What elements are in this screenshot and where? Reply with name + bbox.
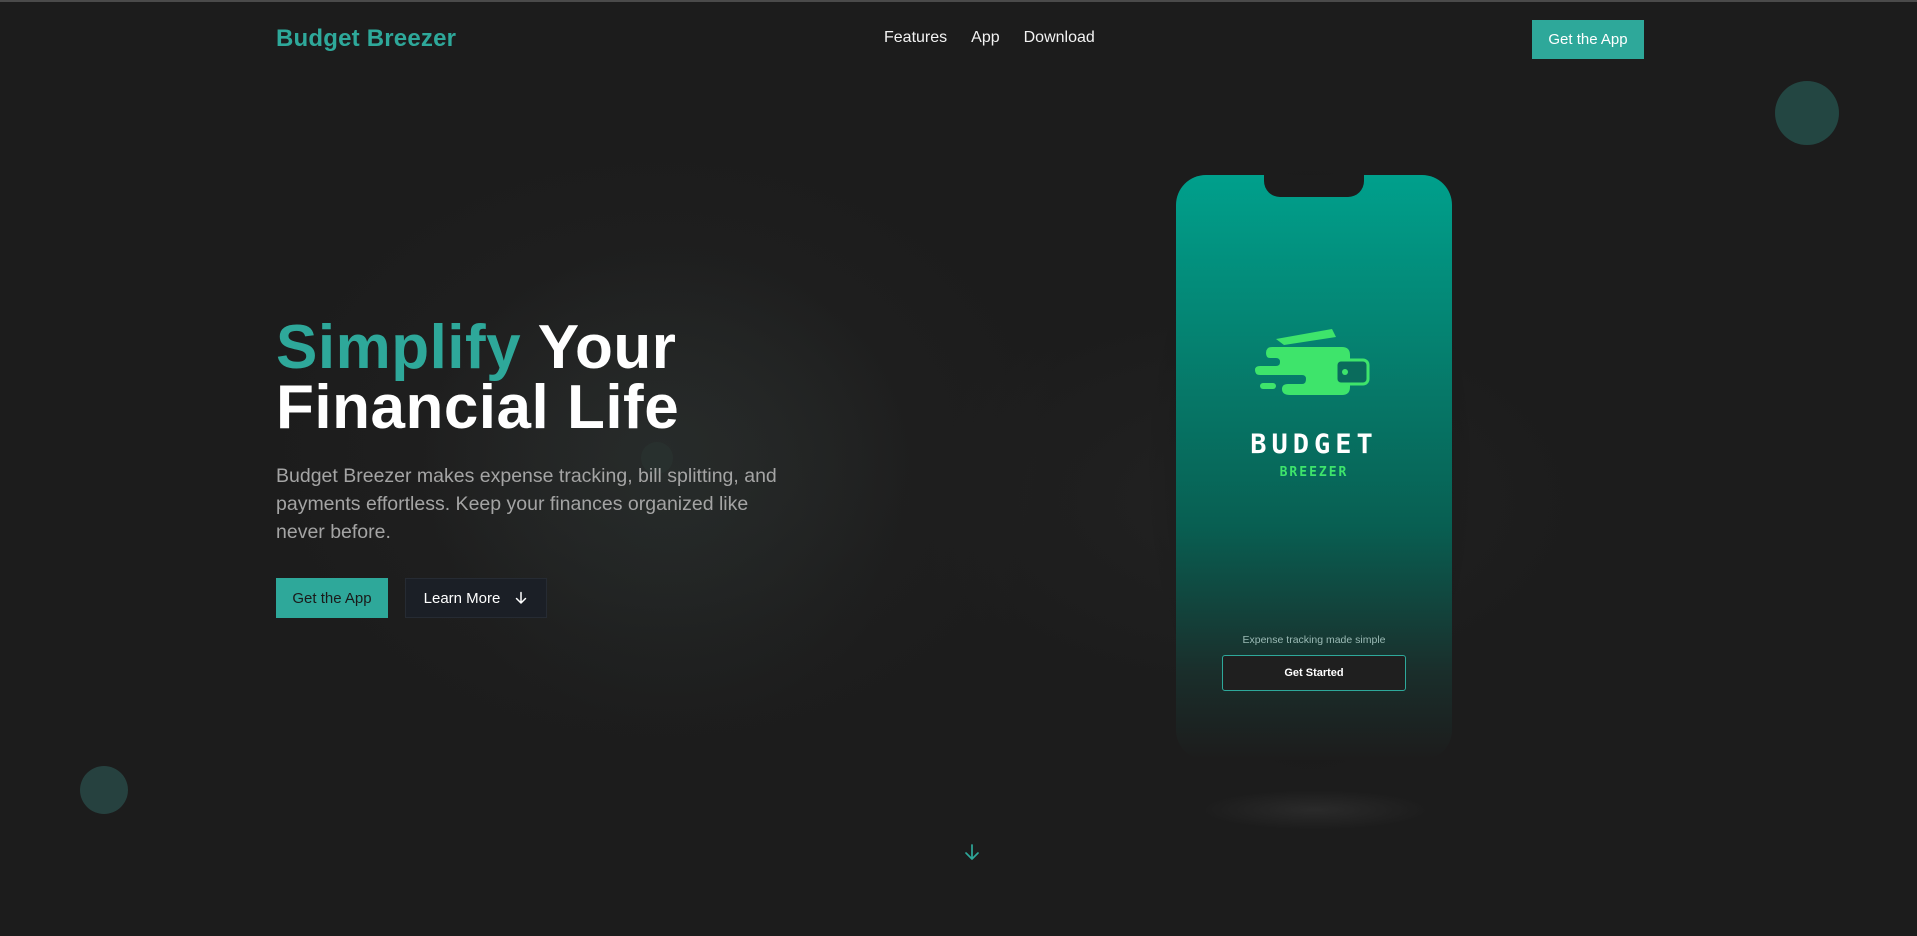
learn-more-label: Learn More	[423, 589, 501, 607]
phone-mockup: BUDGET BREEZER Expense tracking made sim…	[1176, 175, 1452, 760]
nav-link-features[interactable]: Features	[884, 29, 947, 47]
phone-reflection	[1200, 790, 1430, 830]
phone-tagline: Expense tracking made simple	[1242, 634, 1386, 646]
main-nav: Features App Download	[884, 29, 1095, 47]
decorative-circle	[1775, 81, 1839, 145]
hero-subtitle: Budget Breezer makes expense tracking, b…	[276, 465, 777, 543]
arrow-down-icon	[516, 591, 527, 604]
logo-wordmark-sub: BREEZER	[1279, 465, 1349, 480]
hero-title-line1: Your	[521, 313, 677, 382]
get-started-button[interactable]: Get Started	[1222, 655, 1406, 691]
get-app-nav-button[interactable]: Get the App	[1532, 20, 1644, 59]
arrow-down-icon[interactable]	[963, 843, 981, 861]
wallet-icon	[1255, 329, 1370, 395]
phone-notch	[1264, 175, 1364, 197]
top-border	[0, 0, 1917, 2]
get-app-button[interactable]: Get the App	[276, 578, 388, 618]
nav-link-app[interactable]: App	[971, 29, 999, 47]
landing-page: Budget Breezer Features App Download Get…	[0, 0, 1917, 936]
logo-wordmark: BUDGET	[1250, 429, 1378, 460]
learn-more-button[interactable]: Learn More	[405, 578, 547, 618]
hero-title-line2: Financial Life	[276, 373, 680, 442]
brand-logo[interactable]: Budget Breezer	[276, 25, 456, 53]
hero-title: Simplify Your Financial Life	[276, 317, 679, 439]
hero-title-accent: Simplify	[276, 313, 522, 382]
decorative-circle	[80, 766, 128, 814]
nav-link-download[interactable]: Download	[1024, 29, 1095, 47]
